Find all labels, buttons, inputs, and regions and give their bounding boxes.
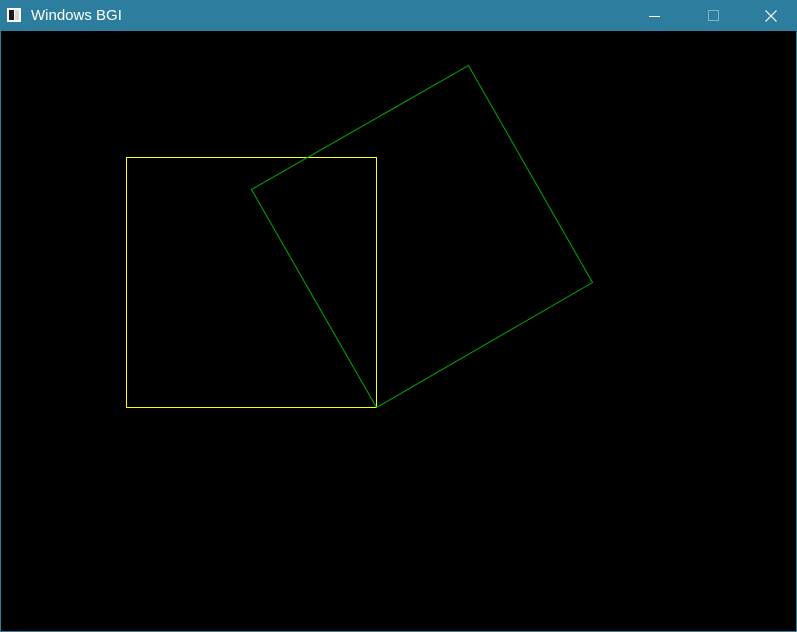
minimize-button[interactable] — [626, 1, 684, 31]
yellow-square — [126, 157, 377, 408]
green-rotated-square — [250, 64, 594, 409]
maximize-button[interactable] — [684, 1, 742, 31]
drawing-canvas — [1, 31, 796, 631]
title-bar[interactable]: Windows BGI — [1, 1, 796, 31]
app-icon — [7, 8, 21, 22]
maximize-icon — [708, 10, 719, 21]
close-button[interactable] — [742, 1, 796, 31]
bgi-window: Windows BGI — [0, 0, 797, 632]
close-icon — [765, 10, 777, 22]
graphics-surface — [126, 64, 594, 409]
minimize-icon — [649, 16, 660, 17]
window-title: Windows BGI — [31, 7, 122, 24]
